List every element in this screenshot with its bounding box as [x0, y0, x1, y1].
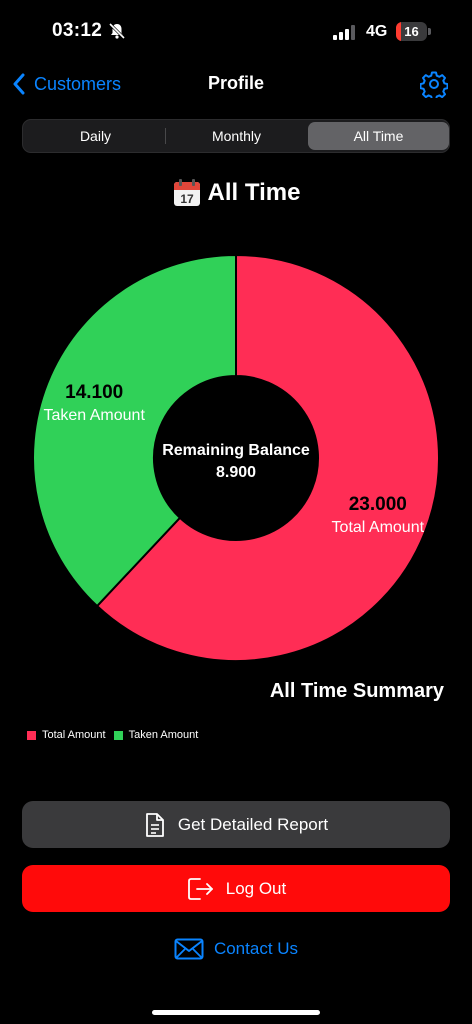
legend-label: Total Amount — [42, 729, 106, 741]
center-value: 8.900 — [216, 464, 256, 481]
log-out-button[interactable]: Log Out — [22, 865, 450, 912]
slice-value-taken-amount: 14.100 — [65, 382, 123, 403]
legend-label: Taken Amount — [128, 729, 199, 741]
center-label: Remaining Balance — [162, 442, 310, 459]
gear-icon[interactable] — [420, 70, 448, 98]
balance-donut-chart: 23.000 Total Amount 14.100 Taken Amount Rema… — [32, 253, 440, 662]
envelope-icon — [174, 938, 204, 960]
network-type: 4G — [366, 23, 388, 40]
contact-us-link[interactable]: Contact Us — [0, 938, 472, 960]
period-heading-text: All Time — [207, 179, 301, 206]
slice-label-total-amount: Total Amount — [332, 519, 425, 536]
legend-swatch — [27, 730, 36, 740]
legend-item: Taken Amount — [113, 729, 199, 741]
segment-all-time[interactable]: All Time — [308, 122, 449, 150]
home-indicator — [152, 1010, 320, 1015]
segment-daily[interactable]: Daily — [25, 122, 166, 150]
battery-level: 16 — [404, 24, 419, 39]
bell-slash-icon — [108, 22, 126, 40]
legend-swatch — [113, 730, 123, 740]
battery-icon: 16 — [396, 22, 432, 41]
slice-label-taken-amount: Taken Amount — [43, 407, 145, 424]
status-time: 03:12 — [52, 20, 103, 41]
segment-monthly[interactable]: Monthly — [166, 122, 307, 150]
slice-value-total-amount: 23.000 — [349, 494, 407, 515]
chart-legend: Total Amount Taken Amount — [27, 729, 198, 741]
page-title: Profile — [207, 73, 264, 93]
period-segmented-control: Daily Monthly All Time — [22, 119, 450, 153]
calendar-icon: 17 — [173, 179, 200, 206]
period-heading: 17 All Time — [0, 178, 472, 208]
legend-item: Total Amount — [27, 729, 106, 741]
svg-text:17: 17 — [180, 192, 194, 206]
summary-title: All Time Summary — [269, 680, 444, 702]
report-button-label: Get Detailed Report — [177, 814, 329, 834]
logout-button-label: Log Out — [225, 878, 287, 898]
get-detailed-report-button[interactable]: Get Detailed Report — [22, 801, 450, 848]
nav-bar: Customers Profile — [0, 64, 472, 104]
logout-icon — [187, 877, 213, 900]
contact-label: Contact Us — [213, 939, 299, 958]
document-icon — [145, 812, 164, 837]
status-bar: 03:12 4G 16 — [0, 0, 472, 64]
signal-bars-icon — [333, 25, 355, 40]
